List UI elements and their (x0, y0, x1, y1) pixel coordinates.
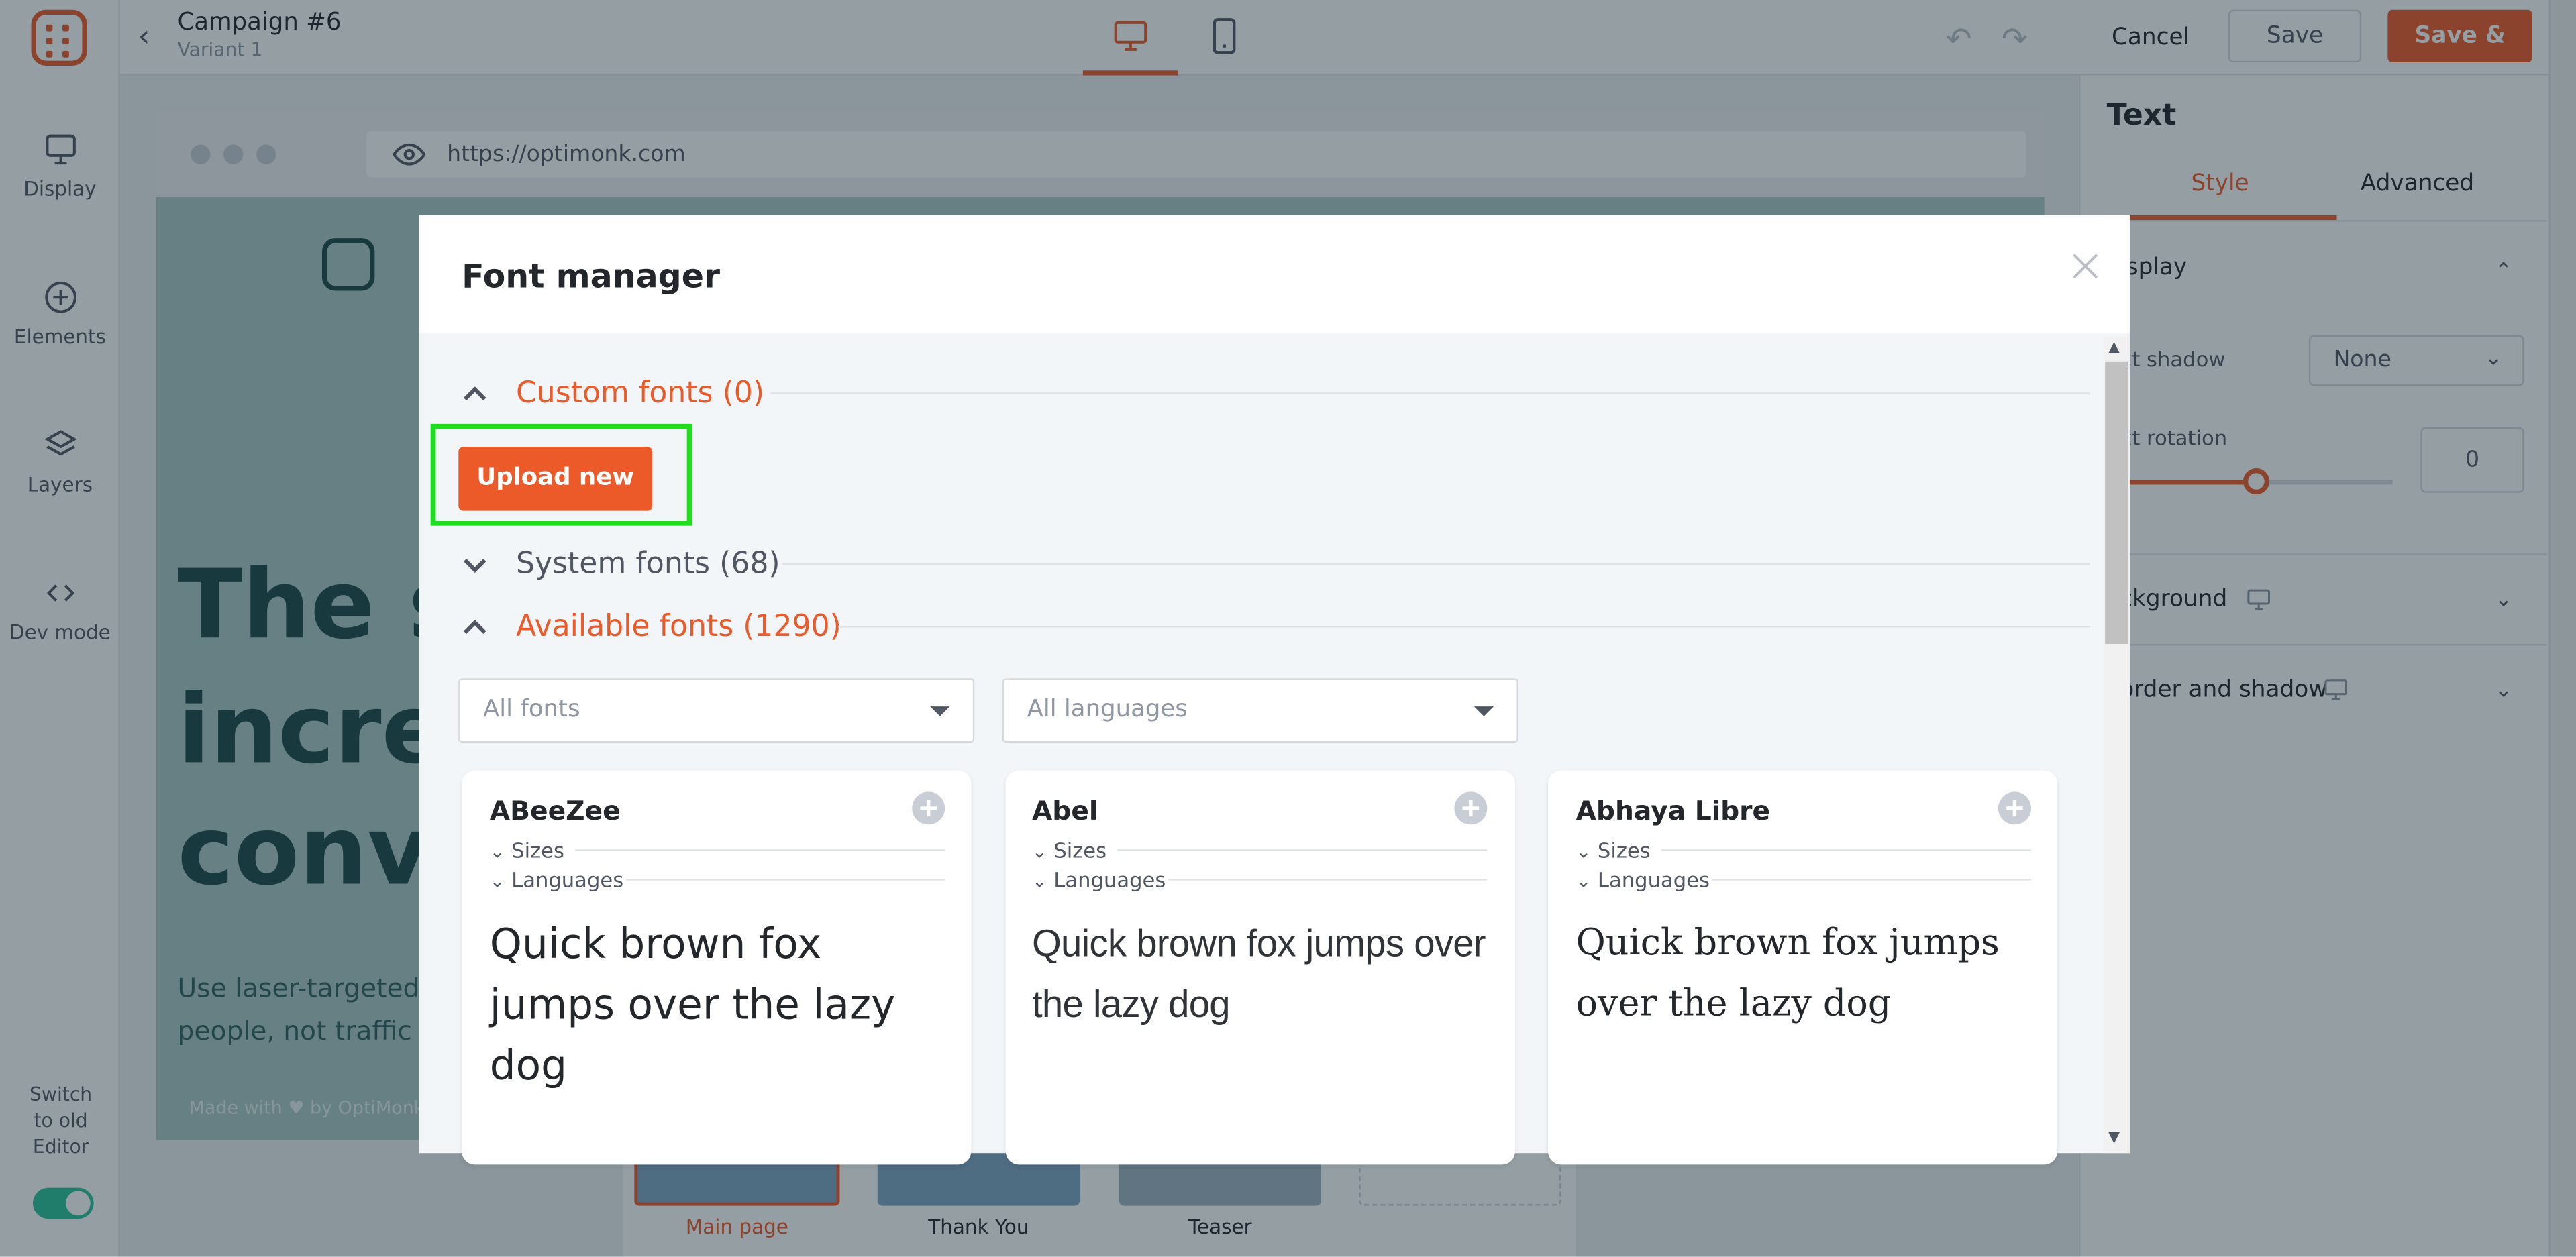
sizes-toggle[interactable]: ⌄ Sizes (1576, 838, 1651, 863)
modal-title: Font manager (462, 256, 721, 296)
sub-divider (626, 879, 945, 881)
group-divider (770, 392, 2091, 394)
add-font-icon[interactable] (1998, 791, 2031, 825)
caret-down-icon (1474, 706, 1494, 716)
custom-fonts-group[interactable]: Custom fonts (0) (516, 376, 764, 411)
languages-toggle[interactable]: ⌄ Languages (1576, 867, 1710, 892)
system-fonts-group[interactable]: System fonts (68) (516, 547, 780, 582)
language-select[interactable]: All languages (1002, 678, 1518, 743)
languages-toggle[interactable]: ⌄ Languages (1032, 867, 1166, 892)
font-sample: Quick brown fox jumps over the lazy dog (1031, 921, 1486, 1026)
sizes-label: Sizes (511, 837, 564, 863)
font-category-select[interactable]: All fonts (458, 678, 975, 743)
chevron-down-icon: ⌄ (489, 840, 505, 863)
sub-divider (1712, 879, 2031, 881)
chevron-down-icon: ⌄ (1576, 870, 1592, 892)
sub-divider (1661, 849, 2031, 851)
group-divider (837, 626, 2091, 628)
scroll-down-icon[interactable]: ▼ (2108, 1130, 2120, 1146)
languages-label: Languages (1053, 867, 1166, 892)
sub-divider (1168, 879, 1488, 881)
caret-down-icon (930, 706, 950, 716)
sub-divider (1117, 849, 1488, 851)
sizes-label: Sizes (1597, 837, 1651, 863)
scrollbar-thumb[interactable] (2105, 361, 2128, 645)
modal-scrollbar[interactable] (2103, 337, 2130, 1154)
font-name: Abhaya Libre (1576, 795, 1771, 826)
chevron-down-icon: ⌄ (1576, 840, 1592, 863)
sizes-toggle[interactable]: ⌄ Sizes (1032, 838, 1106, 863)
available-fonts-group[interactable]: Available fonts (1290) (516, 610, 841, 644)
chevron-down-icon: ⌄ (1031, 840, 1047, 863)
add-font-icon[interactable] (1454, 791, 1488, 825)
scroll-up-icon[interactable]: ▲ (2108, 340, 2120, 356)
font-name: ABeeZee (489, 795, 621, 826)
language-value: All languages (1027, 696, 1188, 723)
chevron-up-icon[interactable] (462, 614, 488, 641)
chevron-down-icon: ⌄ (1031, 870, 1047, 892)
font-name: Abel (1031, 795, 1098, 826)
close-icon[interactable] (2067, 248, 2104, 284)
sizes-label: Sizes (1053, 837, 1107, 863)
chevron-down-icon[interactable] (462, 552, 488, 578)
font-sample: Quick brown fox jumps over the lazy dog (1576, 923, 2000, 1026)
chevron-up-icon[interactable] (462, 381, 488, 407)
languages-label: Languages (1597, 867, 1710, 892)
sub-divider (575, 849, 945, 851)
font-category-value: All fonts (483, 696, 580, 723)
add-font-icon[interactable] (912, 791, 945, 825)
sizes-toggle[interactable]: ⌄ Sizes (490, 838, 564, 863)
group-divider (782, 563, 2091, 565)
font-sample: Quick brown fox jumps over the lazy dog (489, 920, 896, 1089)
languages-label: Languages (511, 867, 624, 892)
highlight-box (430, 423, 692, 526)
chevron-down-icon: ⌄ (489, 870, 505, 892)
languages-toggle[interactable]: ⌄ Languages (490, 867, 623, 892)
